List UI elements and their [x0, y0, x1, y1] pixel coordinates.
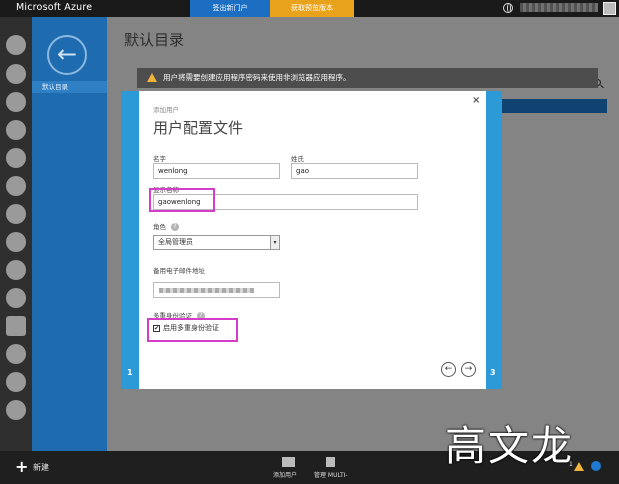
arrow-left-icon: ← — [57, 40, 78, 68]
virtual-machines-icon[interactable] — [6, 176, 26, 196]
warning-icon[interactable] — [574, 462, 584, 471]
sidebar-item-default-directory[interactable]: 默认目录 — [32, 81, 107, 93]
dialog-left-rail: 1 — [121, 91, 139, 389]
plus-icon[interactable]: + — [15, 459, 28, 475]
top-bar: Microsoft Azure ⌄ 签出新门户 获取预览版本 — [0, 0, 619, 17]
batch-icon[interactable] — [6, 148, 26, 168]
next-button[interactable]: → — [461, 362, 476, 377]
new-button[interactable]: 新建 — [33, 462, 49, 473]
avatar[interactable] — [603, 2, 616, 15]
role-label-text: 角色 — [153, 223, 166, 231]
alt-email-field[interactable] — [153, 282, 280, 298]
lock-icon[interactable] — [326, 457, 335, 467]
chevron-down-icon[interactable]: ⌄ — [86, 1, 94, 11]
globe-icon[interactable] — [503, 3, 513, 13]
manage-mfa-button[interactable]: 管理 MULTI- — [314, 470, 348, 479]
cloud-services-icon[interactable] — [6, 120, 26, 140]
role-label: 角色? — [153, 221, 179, 231]
help-icon[interactable] — [591, 461, 601, 471]
traffic-manager-icon[interactable] — [6, 260, 26, 280]
last-name-field[interactable]: gao — [291, 163, 418, 179]
add-user-icon[interactable] — [282, 457, 295, 467]
first-name-label: 名字 — [153, 155, 166, 163]
step-number-left: 1 — [127, 368, 133, 377]
new-portal-tab[interactable]: 签出新门户 — [190, 0, 270, 17]
highlight-mfa — [147, 318, 238, 342]
warning-icon — [147, 73, 157, 82]
role-select[interactable]: 全局管理员 ▾ — [153, 235, 280, 250]
highlight-display-name — [149, 188, 215, 212]
last-name-label: 姓氏 — [291, 155, 304, 163]
user-account-blurred[interactable] — [520, 3, 598, 12]
help-icon[interactable]: ? — [171, 223, 179, 231]
add-user-button[interactable]: 添加用户 — [273, 470, 297, 479]
step-number-right: 3 — [490, 368, 496, 377]
left-nav — [0, 17, 32, 451]
back-button[interactable]: ← — [47, 35, 87, 75]
web-apps-icon[interactable] — [6, 64, 26, 84]
close-icon[interactable]: × — [472, 95, 480, 106]
chevron-down-icon[interactable]: ▾ — [270, 236, 279, 249]
role-select-value: 全局管理员 — [158, 238, 193, 246]
hdinsight-icon[interactable] — [6, 204, 26, 224]
automation-icon[interactable] — [6, 288, 26, 308]
mobile-services-icon[interactable] — [6, 92, 26, 112]
dialog-right-rail: 3 — [486, 91, 502, 389]
previous-button[interactable]: ← — [441, 362, 456, 377]
settings-icon[interactable] — [6, 400, 26, 420]
first-name-field[interactable]: wenlong — [153, 163, 280, 179]
add-user-dialog: 1 3 × 添加用户 用户配置文件 名字 wenlong 姓氏 gao 显示名称… — [121, 91, 502, 389]
warning-banner: 用户将需要创建应用程序密码来使用非浏览器应用程序。 — [137, 68, 598, 88]
preview-tab[interactable]: 获取预览版本 — [270, 0, 354, 17]
blurred-email-value — [159, 288, 254, 293]
all-items-icon[interactable] — [6, 35, 26, 55]
warning-text: 用户将需要创建应用程序密码来使用非浏览器应用程序。 — [163, 73, 351, 82]
watermark-text: 高文龙 — [445, 422, 574, 470]
active-directory-icon[interactable] — [6, 344, 26, 364]
directory-pane: ← 默认目录 — [32, 17, 107, 451]
networks-icon[interactable] — [6, 232, 26, 252]
alt-email-label: 备用电子邮件地址 — [153, 267, 205, 275]
brand-name[interactable]: Microsoft Azure — [16, 2, 92, 13]
dialog-title: 用户配置文件 — [153, 119, 244, 137]
media-services-icon[interactable] — [6, 372, 26, 392]
storage-icon[interactable] — [6, 316, 26, 336]
breadcrumb: 添加用户 — [153, 106, 179, 114]
